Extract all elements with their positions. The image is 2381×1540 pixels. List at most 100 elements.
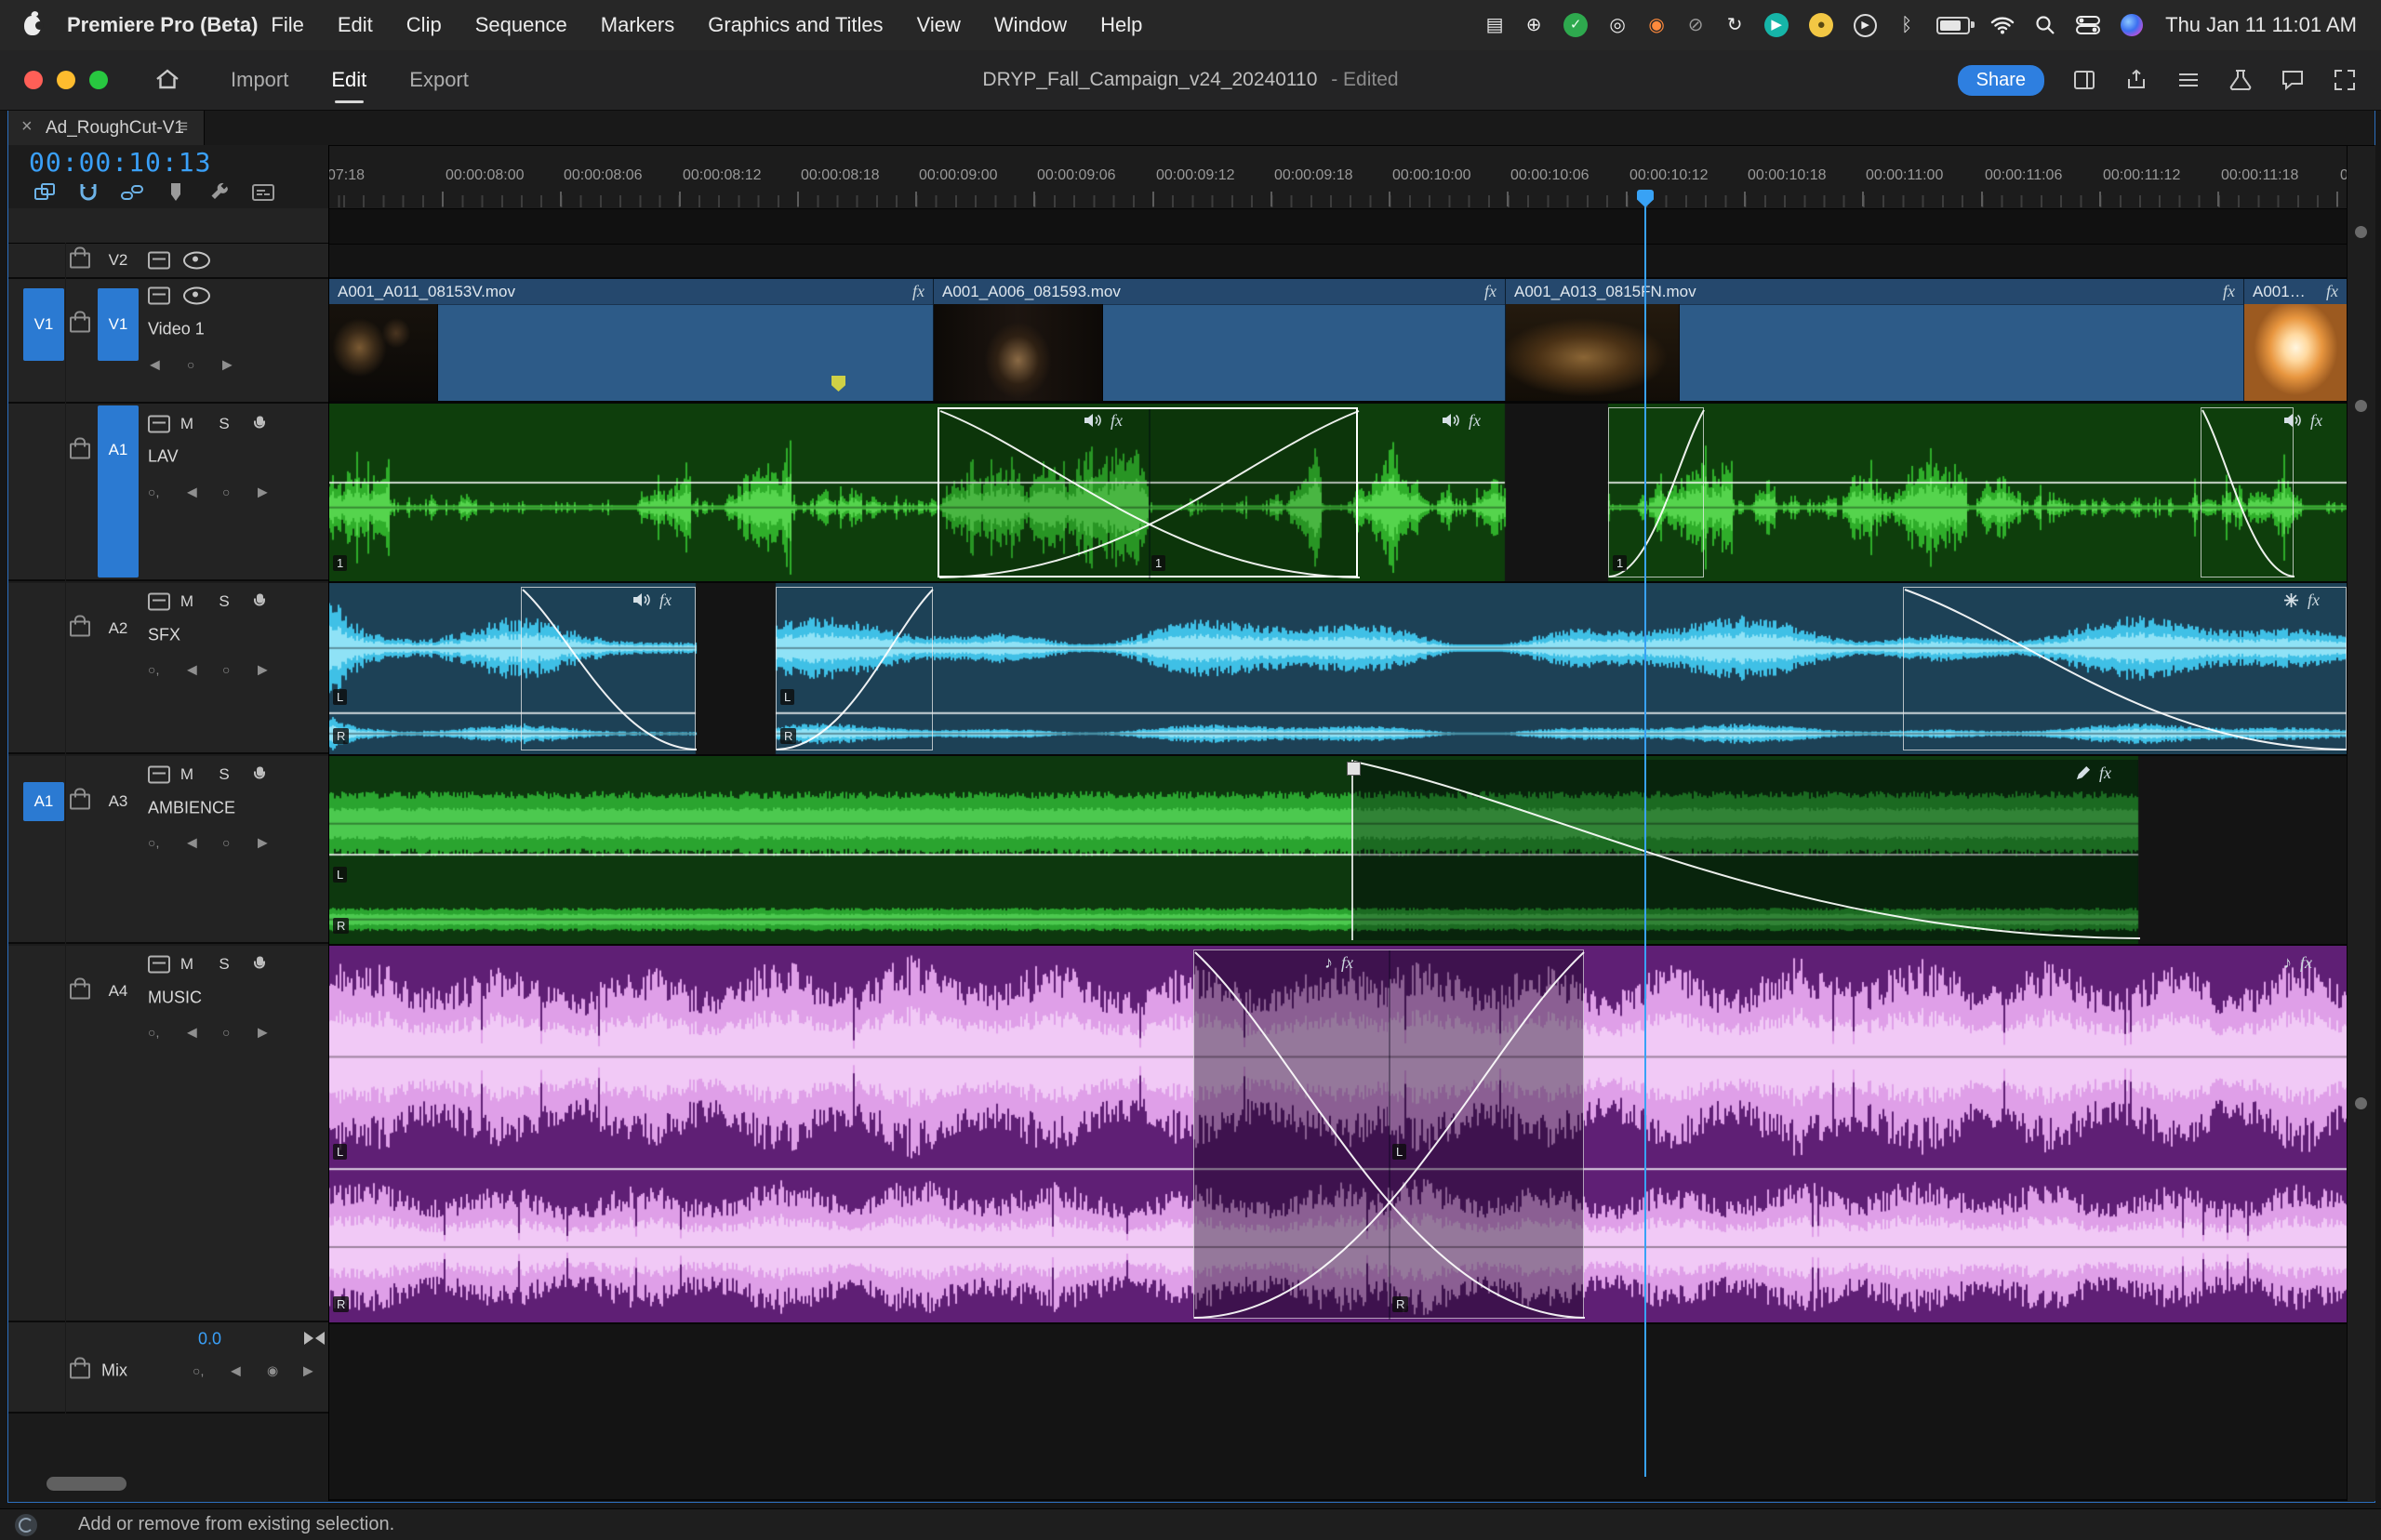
next-keyframe-icon[interactable]: ▶ (258, 1025, 268, 1041)
keyframe-toggle-icon[interactable]: ○, (148, 835, 159, 850)
solo-button[interactable]: S (213, 592, 235, 611)
add-keyframe-icon[interactable]: ○ (187, 357, 194, 372)
prev-keyframe-icon[interactable]: ◀ (187, 662, 197, 678)
video-clip[interactable]: A001_A006_081593.movfx (933, 279, 1505, 401)
play-circle-icon[interactable]: ▶ (1854, 14, 1877, 37)
wifi-icon[interactable] (1990, 13, 2015, 37)
video-clip[interactable]: A001_A013_0815FN.movfx (1505, 279, 2243, 401)
track-name-a1[interactable]: LAV (148, 447, 179, 467)
menu-view[interactable]: View (917, 13, 961, 37)
voiceover-mic-icon[interactable] (254, 767, 265, 783)
prev-keyframe-icon[interactable]: ◀ (231, 1363, 241, 1379)
prev-keyframe-icon[interactable]: ◀ (187, 485, 197, 500)
work-area-bar[interactable] (328, 208, 2347, 245)
sync-lock-icon[interactable] (148, 287, 170, 305)
menu-graphics-and-titles[interactable]: Graphics and Titles (708, 13, 883, 37)
meeting-check-icon[interactable]: ✓ (1563, 13, 1588, 37)
next-keyframe-icon[interactable]: ▶ (258, 485, 268, 500)
menu-clip[interactable]: Clip (406, 13, 442, 37)
voiceover-mic-icon[interactable] (254, 417, 265, 432)
video-track-v2-lane[interactable] (328, 243, 2347, 279)
camera-app-icon[interactable]: ◎ (1608, 13, 1627, 37)
lock-icon[interactable] (70, 444, 90, 459)
audio-fade-out-long[interactable] (1351, 760, 2138, 940)
track-name-v1[interactable]: Video 1 (148, 320, 205, 339)
zoom-disabled-icon[interactable]: ⊘ (1686, 13, 1705, 37)
track-output-eye-icon[interactable] (183, 287, 210, 305)
mute-button[interactable]: M (176, 765, 198, 784)
audio-fade-cross[interactable] (1193, 949, 1584, 1319)
zoom-window-button[interactable] (89, 71, 108, 89)
audio-fade-out[interactable] (1903, 587, 2347, 750)
tab-edit[interactable]: Edit (331, 68, 366, 92)
scrollbar-dot[interactable] (2355, 226, 2367, 238)
track-select-a2[interactable]: A2 (98, 619, 139, 638)
track-name-mix[interactable]: Mix (101, 1361, 127, 1381)
nested-sequence-icon[interactable] (33, 180, 57, 205)
spotlight-icon[interactable] (2035, 13, 2055, 37)
mute-button[interactable]: M (176, 955, 198, 974)
keyframe-toggle-icon[interactable]: ○, (148, 662, 159, 677)
track-select-a1[interactable]: A1 (98, 405, 139, 578)
record-app-icon[interactable]: ◉ (1647, 13, 1666, 37)
stacked-panels-icon[interactable] (2176, 68, 2201, 92)
snap-icon[interactable] (76, 180, 100, 205)
add-keyframe-icon[interactable]: ◉ (267, 1363, 278, 1379)
menu-markers[interactable]: Markers (601, 13, 674, 37)
screen-mirroring-icon[interactable]: ▤ (1485, 13, 1504, 37)
comments-icon[interactable] (2281, 68, 2305, 92)
battery-icon[interactable] (1936, 17, 1970, 34)
menu-sequence[interactable]: Sequence (475, 13, 567, 37)
mute-button[interactable]: M (176, 592, 198, 611)
audio-fade-out[interactable] (521, 587, 696, 750)
sync-lock-icon[interactable] (148, 766, 170, 784)
lock-icon[interactable] (70, 621, 90, 637)
minimize-window-button[interactable] (57, 71, 75, 89)
lock-icon[interactable] (70, 794, 90, 810)
linked-selection-icon[interactable] (120, 180, 144, 205)
audio-fade-out[interactable] (2201, 407, 2294, 578)
menu-file[interactable]: File (271, 13, 303, 37)
scrollbar-dot[interactable] (2355, 1097, 2367, 1109)
sync-lock-icon[interactable] (148, 593, 170, 611)
mic-app-icon[interactable]: ● (1809, 13, 1833, 37)
audio-fade-in[interactable] (1608, 407, 1704, 578)
add-keyframe-icon[interactable]: ○ (222, 835, 230, 850)
solo-button[interactable]: S (213, 765, 235, 784)
source-patch-v1[interactable]: V1 (23, 288, 64, 361)
home-icon[interactable] (154, 67, 180, 96)
menu-window[interactable]: Window (994, 13, 1067, 37)
tab-export[interactable]: Export (409, 68, 469, 92)
quick-export-icon[interactable] (2124, 68, 2148, 92)
keyframe-toggle-icon[interactable]: ○, (148, 485, 159, 499)
add-keyframe-icon[interactable]: ○ (222, 1025, 230, 1040)
keyframe-toggle-icon[interactable]: ○, (193, 1363, 204, 1378)
time-ruler[interactable]: 07:1800:00:08:0000:00:08:0600:00:08:1200… (328, 145, 2347, 208)
sequence-tab-label[interactable]: Ad_RoughCut-V1 (46, 118, 184, 139)
current-timecode[interactable]: 00:00:10:13 (29, 147, 211, 178)
prev-keyframe-icon[interactable]: ◀ (187, 1025, 197, 1041)
add-keyframe-icon[interactable]: ○ (222, 485, 230, 499)
timeline-display-settings-icon[interactable] (207, 180, 232, 205)
next-keyframe-icon[interactable]: ▶ (222, 357, 233, 373)
source-patch-a1[interactable]: A1 (23, 782, 64, 821)
vertical-scrollbar[interactable] (2347, 145, 2375, 1501)
sync-status-icon[interactable] (15, 1514, 37, 1536)
workspace-icon[interactable] (2072, 68, 2096, 92)
close-panel-icon[interactable]: × (21, 116, 33, 138)
scrollbar-dot[interactable] (2355, 400, 2367, 412)
track-select-v2[interactable]: V2 (98, 251, 139, 270)
next-keyframe-icon[interactable]: ▶ (303, 1363, 313, 1379)
lock-icon[interactable] (70, 984, 90, 1000)
track-select-a4[interactable]: A4 (98, 982, 139, 1001)
sync-arrows-icon[interactable]: ↻ (1725, 13, 1744, 37)
solo-button[interactable]: S (213, 415, 235, 433)
track-output-eye-icon[interactable] (183, 252, 210, 270)
voiceover-mic-icon[interactable] (254, 957, 265, 973)
tab-import[interactable]: Import (231, 68, 288, 92)
menu-edit[interactable]: Edit (338, 13, 373, 37)
lock-icon[interactable] (70, 1363, 90, 1379)
video-clip[interactable]: A001…fx (2243, 279, 2347, 401)
playhead-line[interactable] (1644, 206, 1646, 1477)
voiceover-mic-icon[interactable] (254, 594, 265, 610)
